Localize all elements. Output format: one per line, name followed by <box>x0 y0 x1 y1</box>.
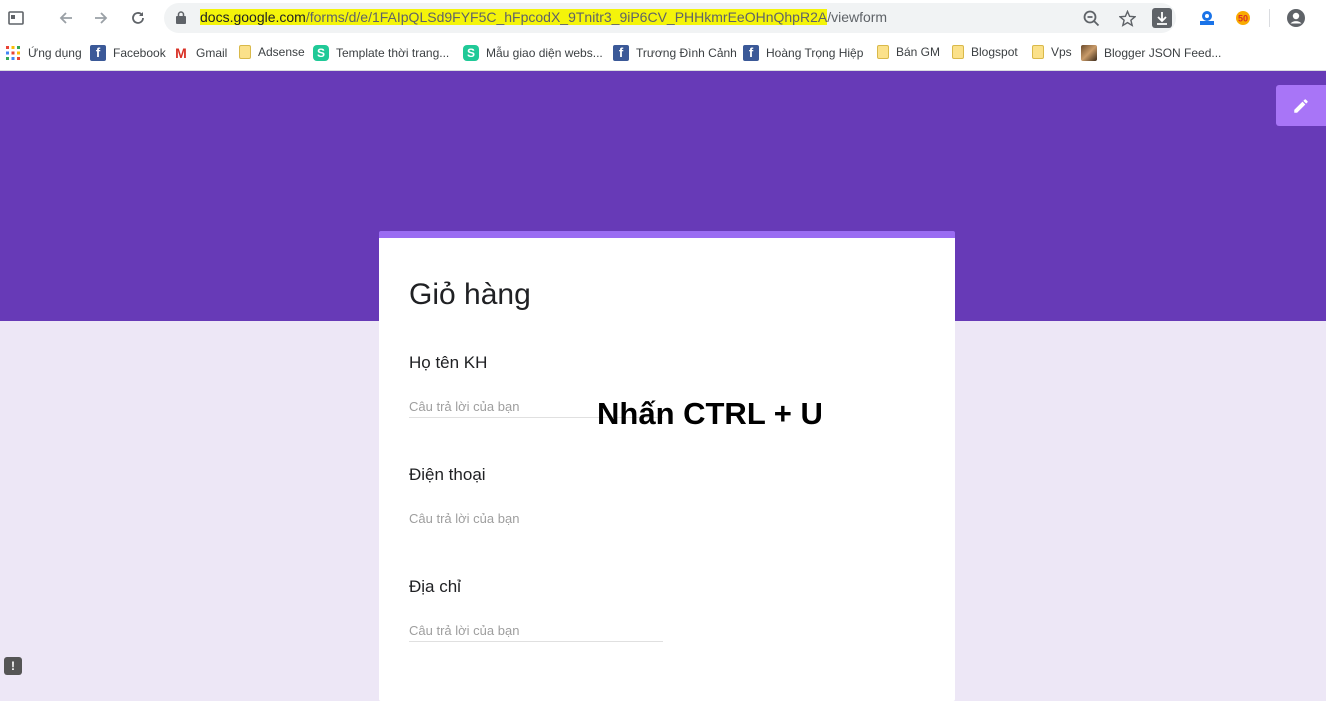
bookmark-label: Gmail <box>196 46 228 60</box>
report-issue-icon[interactable]: ! <box>4 657 22 675</box>
overlay-instruction: Nhấn CTRL + U <box>597 396 823 431</box>
back-icon[interactable] <box>55 7 77 29</box>
url-path: /forms/d/e/1FAIpQLSd9FYF5C_hFpcodX_9Tnit… <box>305 9 828 25</box>
question-label-cutoff <box>409 690 469 700</box>
bookmark-adsense[interactable]: Adsense <box>239 45 305 59</box>
question-label-name: Họ tên KH <box>409 353 488 372</box>
folder-icon <box>877 45 889 59</box>
toolbar-divider <box>1269 9 1270 27</box>
star-icon[interactable] <box>1117 8 1137 28</box>
bookmark-label: Blogger JSON Feed... <box>1104 46 1222 60</box>
bookmark-template[interactable]: S Template thời trang... <box>313 45 449 61</box>
url-suffix: /viewform <box>827 9 888 25</box>
pencil-icon <box>1294 98 1308 113</box>
s-logo-icon: S <box>463 45 479 61</box>
download-icon[interactable] <box>1152 8 1172 28</box>
bookmark-mau-giao-dien[interactable]: S Mẫu giao diện webs... <box>463 45 603 61</box>
question-label-address: Địa chỉ <box>409 577 461 596</box>
bookmark-ban-gm[interactable]: Bán GM <box>877 45 940 59</box>
bookmark-label: Trương Đình Cảnh <box>636 46 737 60</box>
photo-icon <box>1081 45 1097 61</box>
bookmark-blogspot[interactable]: Blogspot <box>952 45 1018 59</box>
gmail-icon: M <box>175 45 187 61</box>
bookmark-label: Mẫu giao diện webs... <box>486 46 603 60</box>
bookmark-vps[interactable]: Vps <box>1032 45 1072 59</box>
facebook-icon: f <box>90 45 106 61</box>
sidebar-icon[interactable] <box>5 7 27 29</box>
folder-icon <box>1032 45 1044 59</box>
facebook-icon: f <box>743 45 759 61</box>
url-domain: docs.google.com <box>200 9 306 25</box>
bookmark-label: Blogspot <box>971 45 1018 59</box>
edit-form-button[interactable] <box>1276 85 1326 126</box>
bookmark-label: Ứng dụng <box>28 46 82 60</box>
zoom-out-icon[interactable] <box>1081 8 1101 28</box>
form-title: Giỏ hàng <box>409 278 531 311</box>
lock-icon <box>176 11 186 24</box>
url-text: docs.google.com/forms/d/e/1FAIpQLSd9FYF5… <box>200 9 887 25</box>
bookmarks-bar: Ứng dụng f Facebook M Gmail Adsense S Te… <box>0 36 1326 71</box>
bookmark-gmail[interactable]: M Gmail <box>173 45 227 61</box>
address-bar[interactable]: docs.google.com/forms/d/e/1FAIpQLSd9FYF5… <box>164 3 1176 33</box>
phone-input[interactable] <box>409 507 663 530</box>
bookmark-facebook[interactable]: f Facebook <box>90 45 166 61</box>
bookmark-label: Template thời trang... <box>336 46 450 60</box>
svg-text:50: 50 <box>1238 14 1248 24</box>
bookmark-label: Facebook <box>113 46 166 60</box>
question-label-phone: Điện thoại <box>409 465 486 484</box>
address-input[interactable] <box>409 619 663 642</box>
extension-icon-2[interactable]: 50 <box>1232 7 1254 29</box>
browser-toolbar: docs.google.com/forms/d/e/1FAIpQLSd9FYF5… <box>0 0 1326 36</box>
reload-icon[interactable] <box>127 7 149 29</box>
forward-icon[interactable] <box>90 7 112 29</box>
form-card: Giỏ hàng Họ tên KH Điện thoại Địa chỉ <box>379 231 955 701</box>
apps-grid-icon <box>5 45 21 61</box>
bookmark-truong-dinh-canh[interactable]: f Trương Đình Cảnh <box>613 45 737 61</box>
facebook-icon: f <box>613 45 629 61</box>
extension-icon[interactable] <box>1196 7 1218 29</box>
folder-icon <box>952 45 964 59</box>
bookmark-hoang-trong-hiep[interactable]: f Hoàng Trọng Hiệp <box>743 45 863 61</box>
bookmark-label: Bán GM <box>896 45 941 59</box>
bookmark-apps[interactable]: Ứng dụng <box>5 45 82 61</box>
bookmark-label: Adsense <box>258 45 305 59</box>
folder-icon <box>239 45 251 59</box>
bookmark-label: Vps <box>1051 45 1072 59</box>
bookmark-label: Hoàng Trọng Hiệp <box>766 46 864 60</box>
bookmark-blogger-json-feed[interactable]: Blogger JSON Feed... <box>1081 45 1221 61</box>
account-icon[interactable] <box>1285 7 1307 29</box>
s-logo-icon: S <box>313 45 329 61</box>
